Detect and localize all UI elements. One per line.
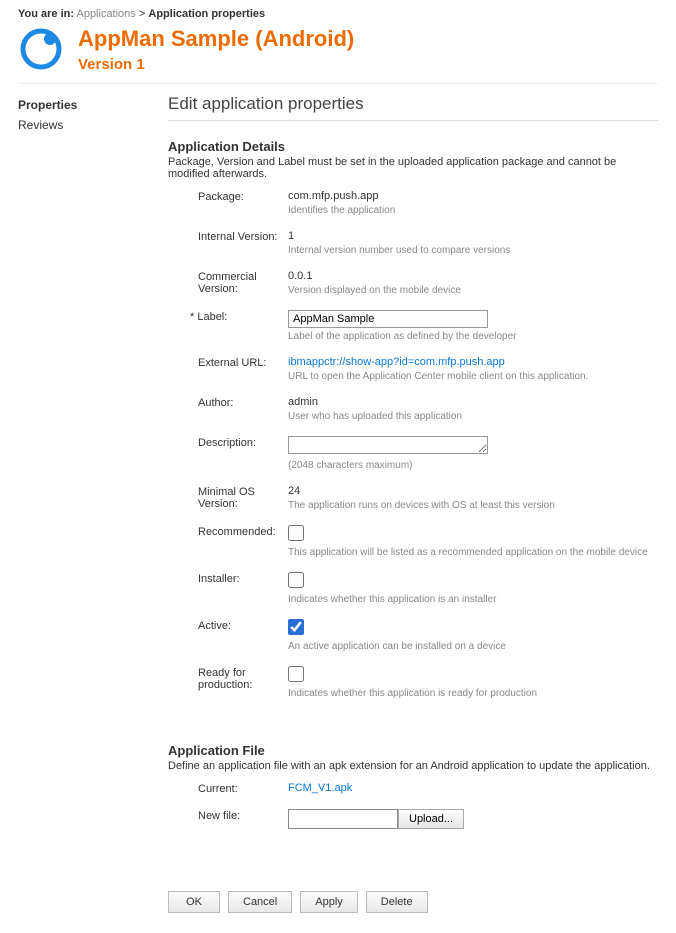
value-commercial-version: 0.0.1 xyxy=(288,270,658,282)
label-label: * Label: xyxy=(168,310,288,323)
app-header: AppMan Sample (Android) Version 1 xyxy=(18,26,658,84)
label-min-os: Minimal OS Version: xyxy=(168,485,288,510)
input-new-file[interactable] xyxy=(288,809,398,829)
value-external-url[interactable]: ibmappctr://show-app?id=com.mfp.push.app xyxy=(288,356,658,368)
label-commercial-version: Commercial Version: xyxy=(168,270,288,295)
help-external-url: URL to open the Application Center mobil… xyxy=(288,371,658,382)
section-details-title: Application Details xyxy=(168,139,658,154)
help-internal-version: Internal version number used to compare … xyxy=(288,245,658,256)
apply-button[interactable]: Apply xyxy=(300,891,358,913)
delete-button[interactable]: Delete xyxy=(366,891,428,913)
input-label[interactable] xyxy=(288,310,488,328)
value-internal-version: 1 xyxy=(288,230,658,242)
help-active: An active application can be installed o… xyxy=(288,641,658,652)
ok-button[interactable]: OK xyxy=(168,891,220,913)
app-logo-icon xyxy=(18,26,64,75)
help-package: Identifies the application xyxy=(288,205,658,216)
label-new-file: New file: xyxy=(168,809,288,822)
help-installer: Indicates whether this application is an… xyxy=(288,594,658,605)
help-author: User who has uploaded this application xyxy=(288,411,658,422)
value-package: com.mfp.push.app xyxy=(288,190,658,202)
help-label: Label of the application as defined by t… xyxy=(288,331,658,342)
label-ready: Ready for production: xyxy=(168,666,288,691)
breadcrumb: You are in: Applications > Application p… xyxy=(18,8,658,20)
main-panel: Edit application properties Application … xyxy=(168,94,658,913)
sidebar-item-properties[interactable]: Properties xyxy=(18,98,138,112)
sidebar: Properties Reviews xyxy=(18,94,138,913)
help-commercial-version: Version displayed on the mobile device xyxy=(288,285,658,296)
link-current-file[interactable]: FCM_V1.apk xyxy=(288,782,658,794)
label-current-file: Current: xyxy=(168,782,288,795)
breadcrumb-link-applications[interactable]: Applications xyxy=(76,8,135,20)
label-external-url: External URL: xyxy=(168,356,288,369)
value-author: admin xyxy=(288,396,658,408)
sidebar-item-reviews[interactable]: Reviews xyxy=(18,118,138,132)
label-package: Package: xyxy=(168,190,288,203)
breadcrumb-sep: > xyxy=(139,8,145,20)
section-details-desc: Package, Version and Label must be set i… xyxy=(168,156,658,180)
value-min-os: 24 xyxy=(288,485,658,497)
cancel-button[interactable]: Cancel xyxy=(228,891,292,913)
app-version: Version 1 xyxy=(78,56,354,73)
label-internal-version: Internal Version: xyxy=(168,230,288,243)
help-min-os: The application runs on devices with OS … xyxy=(288,500,658,511)
label-recommended: Recommended: xyxy=(168,525,288,538)
upload-button[interactable]: Upload... xyxy=(398,809,464,829)
page-title: Edit application properties xyxy=(168,94,658,121)
label-description: Description: xyxy=(168,436,288,449)
button-bar: OK Cancel Apply Delete xyxy=(168,891,658,913)
label-active: Active: xyxy=(168,619,288,632)
label-author: Author: xyxy=(168,396,288,409)
input-description[interactable] xyxy=(288,436,488,454)
help-ready: Indicates whether this application is re… xyxy=(288,688,658,699)
checkbox-active[interactable] xyxy=(288,619,304,635)
help-recommended: This application will be listed as a rec… xyxy=(288,547,658,558)
label-installer: Installer: xyxy=(168,572,288,585)
checkbox-installer[interactable] xyxy=(288,572,304,588)
section-file-desc: Define an application file with an apk e… xyxy=(168,760,658,772)
checkbox-recommended[interactable] xyxy=(288,525,304,541)
help-description: (2048 characters maximum) xyxy=(288,460,658,471)
app-title: AppMan Sample (Android) xyxy=(78,26,354,52)
checkbox-ready[interactable] xyxy=(288,666,304,682)
breadcrumb-current: Application properties xyxy=(148,8,265,20)
section-file-title: Application File xyxy=(168,743,658,758)
breadcrumb-prefix: You are in: xyxy=(18,8,74,20)
